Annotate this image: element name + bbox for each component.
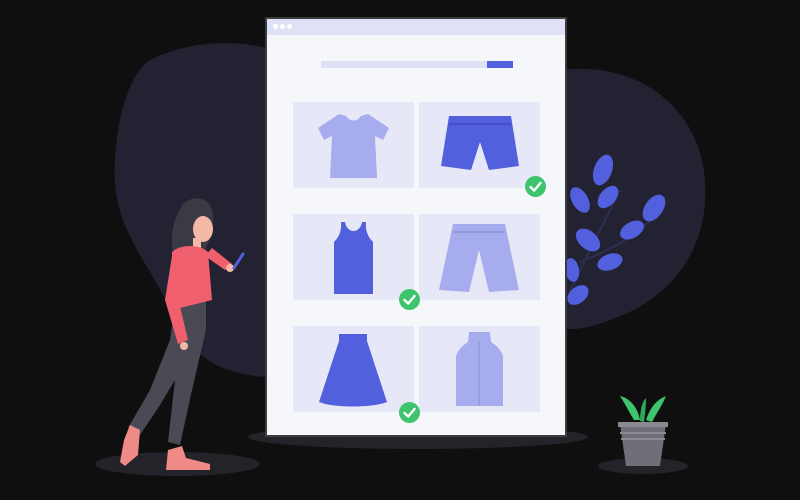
illustration-scene — [0, 0, 800, 500]
potted-plant-icon — [618, 396, 668, 466]
